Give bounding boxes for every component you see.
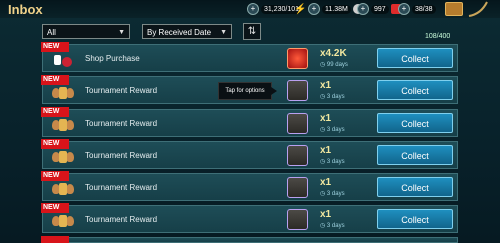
add-icon[interactable]: + [247,3,259,15]
resource-energy-value: 11.38M [322,4,351,14]
new-badge: NEW [41,75,69,85]
item-quantity: x1 [320,80,332,91]
collect-button[interactable]: Collect [377,177,453,197]
tournament-trophy-icon [52,181,74,197]
item-quantity: x1 [320,113,332,124]
item-expiry: ◷ 99 days [320,62,348,68]
new-badge: NEW [41,171,69,181]
sort-select[interactable]: By Received Date ▼ [142,24,232,39]
tournament-trophy-icon [52,149,74,165]
options-tooltip: Tap for options [218,82,277,100]
energy-icon: ⚡ [294,3,307,15]
sort-value: By Received Date [147,28,212,37]
back-icon[interactable] [465,0,495,18]
list-item[interactable]: Tournament Reward x1 ◷ 3 days Collect [42,109,458,137]
category-filter-value: All [47,28,56,37]
add-icon[interactable]: + [398,3,410,15]
item-title: Shop Purchase [85,54,140,63]
resource-energy[interactable]: + 11.38M [308,3,363,15]
add-icon[interactable]: + [308,3,320,15]
collect-button[interactable]: Collect [377,209,453,229]
tournament-trophy-icon [52,85,74,101]
item-title: Tournament Reward [85,151,158,160]
new-badge: NEW [41,139,69,149]
list-item[interactable] [42,237,458,243]
collect-button[interactable]: Collect [377,113,453,133]
new-badge: NEW [41,107,69,117]
list-item[interactable]: Shop Purchase x4.2K ◷ 99 days Collect [42,44,458,72]
tournament-trophy-icon [52,117,74,133]
item-title: Tournament Reward [85,183,158,192]
loot-bag-icon[interactable] [287,145,308,166]
message-count: 108/400 [425,33,451,40]
resource-gems-value: 997 [371,4,389,14]
list-item[interactable]: Tournament Reward x1 ◷ 3 days Collect [42,173,458,201]
item-quantity: x4.2K [320,48,347,59]
sort-order-button[interactable]: ⇅ [243,23,261,40]
resource-energy-sep: ⚡ [294,3,307,15]
new-badge [41,236,69,243]
collect-button[interactable]: Collect [377,48,453,68]
page-title: Inbox [8,2,43,17]
shop-bundle-icon [52,53,74,69]
chevron-down-icon: ▼ [118,29,125,36]
loot-bag-icon[interactable] [287,177,308,198]
treasure-chest-icon[interactable] [445,2,463,16]
item-expiry: ◷ 3 days [320,94,345,100]
item-quantity: x1 [320,177,332,188]
item-expiry: ◷ 3 days [320,159,345,165]
item-expiry: ◷ 3 days [320,191,345,197]
resource-gems[interactable]: + 997 [357,3,401,15]
item-expiry: ◷ 3 days [320,223,345,229]
resource-keys[interactable]: + 38/38 [398,3,436,15]
item-expiry: ◷ 3 days [320,127,345,133]
item-title: Tournament Reward [85,119,158,128]
loot-bag-icon[interactable] [287,80,308,101]
list-item[interactable]: Tournament Reward x1 ◷ 3 days Collect [42,205,458,233]
loot-bag-icon[interactable] [287,113,308,134]
tournament-trophy-icon [52,213,74,229]
sort-order-icon: ⇅ [247,26,257,37]
new-badge: NEW [41,203,69,213]
item-title: Tournament Reward [85,215,158,224]
item-quantity: x1 [320,209,332,220]
chevron-down-icon: ▼ [220,29,227,36]
collect-button[interactable]: Collect [377,80,453,100]
ruby-icon[interactable] [287,48,308,69]
new-badge: NEW [41,42,69,52]
list-item[interactable]: Tournament Reward x1 ◷ 3 days Collect [42,141,458,169]
add-icon[interactable]: + [357,3,369,15]
item-quantity: x1 [320,145,332,156]
item-title: Tournament Reward [85,86,158,95]
loot-bag-icon[interactable] [287,209,308,230]
category-filter-select[interactable]: All ▼ [42,24,130,39]
collect-button[interactable]: Collect [377,145,453,165]
resource-keys-value: 38/38 [412,4,436,14]
